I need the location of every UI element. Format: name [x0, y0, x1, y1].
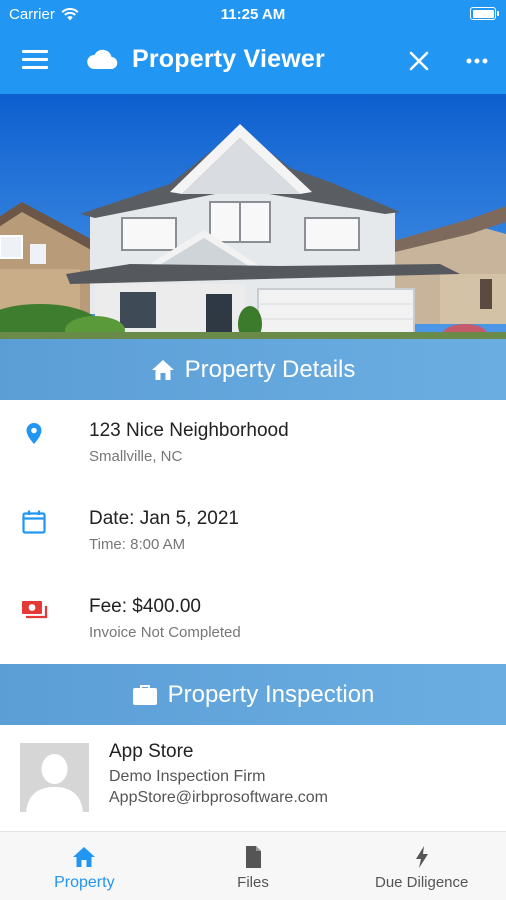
home-icon: [151, 359, 174, 380]
location-pin-icon: [26, 423, 42, 444]
app-bar: Property Viewer: [0, 28, 506, 94]
property-inspection-header: Property Inspection: [0, 664, 506, 725]
money-icon: [22, 601, 48, 619]
fee-amount: Fee: $400.00: [89, 596, 201, 617]
property-photo: [0, 94, 506, 340]
tab-due-diligence[interactable]: Due Diligence: [337, 832, 506, 900]
file-icon: [246, 846, 261, 868]
close-icon[interactable]: [406, 48, 432, 74]
invoice-status: Invoice Not Completed: [89, 624, 241, 641]
tab-label: Due Diligence: [374, 874, 469, 891]
inspector-card[interactable]: App Store Demo Inspection Firm AppStore@…: [0, 725, 506, 832]
inspection-date: Date: Jan 5, 2021: [89, 508, 239, 529]
tab-property[interactable]: Property: [0, 832, 169, 900]
address-row[interactable]: 123 Nice Neighborhood Smallville, NC: [0, 400, 506, 488]
cloud-icon: [87, 49, 118, 70]
inspector-name: App Store: [109, 741, 194, 762]
status-time: 11:25 AM: [220, 6, 286, 23]
calendar-icon: [22, 510, 46, 534]
lightning-icon: [415, 846, 428, 868]
inspection-firm: Demo Inspection Firm: [109, 768, 266, 785]
tab-label: Property: [54, 874, 115, 891]
city-state: Smallville, NC: [89, 448, 183, 465]
app-title: Property Viewer: [132, 45, 325, 73]
date-row[interactable]: Date: Jan 5, 2021 Time: 8:00 AM: [0, 488, 506, 576]
avatar: [20, 743, 89, 812]
inspector-email[interactable]: AppStore@irbprosoftware.com: [109, 789, 328, 807]
property-inspection-title: Property Inspection: [167, 680, 375, 708]
bottom-tab-bar: Property Files Due Diligence: [0, 832, 506, 900]
tab-files[interactable]: Files: [169, 832, 338, 900]
inspection-time: Time: 8:00 AM: [89, 536, 186, 553]
battery-icon: [470, 7, 499, 20]
property-details-title: Property Details: [184, 355, 356, 383]
briefcase-icon: [132, 684, 157, 705]
address-line: 123 Nice Neighborhood: [89, 420, 289, 441]
property-details-list: 123 Nice Neighborhood Smallville, NC Dat…: [0, 400, 506, 664]
tab-label: Files: [237, 874, 269, 891]
home-icon: [73, 847, 96, 867]
fee-row[interactable]: Fee: $400.00 Invoice Not Completed: [0, 576, 506, 664]
status-bar: Carrier 11:25 AM: [0, 0, 506, 28]
menu-icon[interactable]: [22, 50, 48, 72]
property-details-header: Property Details: [0, 339, 506, 400]
more-icon[interactable]: [464, 48, 490, 74]
